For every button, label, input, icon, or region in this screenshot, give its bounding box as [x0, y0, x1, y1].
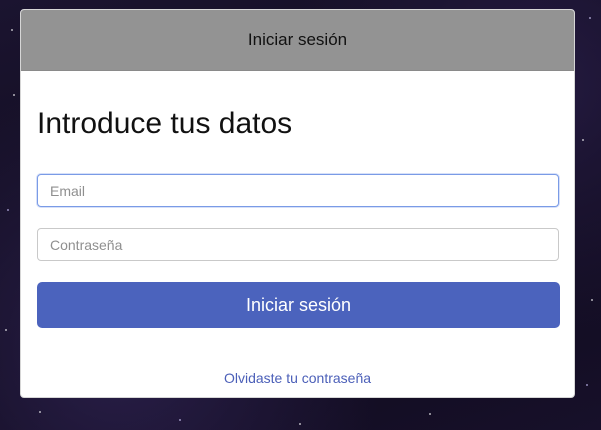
form-heading: Introduce tus datos [37, 107, 293, 140]
password-field[interactable] [37, 228, 559, 261]
login-button[interactable]: Iniciar sesión [37, 282, 560, 328]
login-card: Iniciar sesión Introduce tus datos Inici… [20, 9, 575, 398]
login-page: { "header": { "title": "Iniciar sesión" … [0, 0, 601, 430]
card-header: Iniciar sesión [21, 10, 574, 71]
login-form: Introduce tus datos Iniciar sesión Olvid… [21, 71, 574, 386]
forgot-password-link[interactable]: Olvidaste tu contraseña [37, 370, 558, 386]
email-field[interactable] [37, 174, 559, 207]
header-title: Iniciar sesión [247, 30, 348, 49]
